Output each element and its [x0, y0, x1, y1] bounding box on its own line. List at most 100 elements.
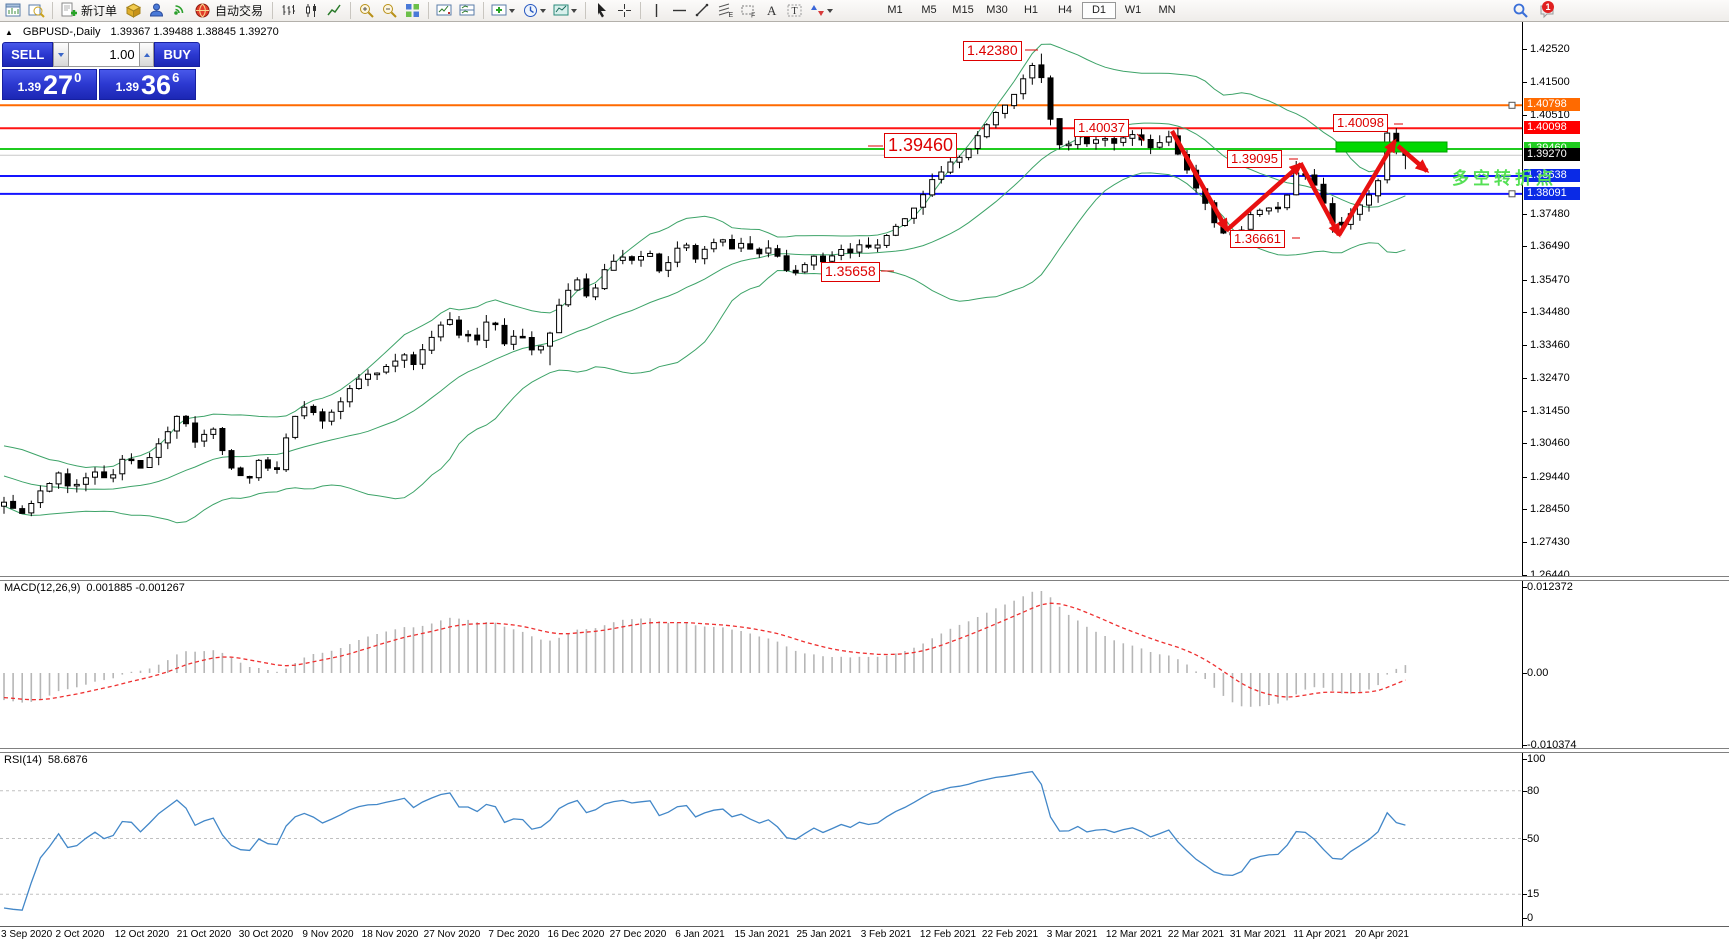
fibonacci-icon[interactable]: E: [714, 1, 737, 20]
buy-button[interactable]: BUY: [154, 42, 200, 67]
main-chart-canvas[interactable]: [0, 22, 1522, 576]
timeframe-M5[interactable]: M5: [912, 2, 946, 19]
vertical-line-icon[interactable]: [645, 1, 668, 20]
panel-divider[interactable]: [0, 748, 1729, 753]
candle-body: [792, 269, 799, 274]
indicator-window-icon[interactable]: [433, 1, 456, 20]
auto-trading-label[interactable]: 自动交易: [215, 2, 263, 19]
trendline-icon[interactable]: [691, 1, 714, 20]
price-annotation-label[interactable]: 1.39095: [1227, 150, 1282, 169]
date-axis-label: 3 Feb 2021: [860, 929, 912, 940]
candle-body: [510, 335, 517, 345]
candle-body: [929, 179, 936, 196]
toolbar-separator: [640, 2, 642, 19]
horizontal-line-icon[interactable]: [668, 1, 691, 20]
candle-body: [674, 247, 681, 263]
price-axis-tick-dash: [1522, 246, 1527, 247]
candle-body: [974, 135, 981, 149]
price-annotation-label[interactable]: 1.42380: [963, 41, 1022, 61]
candle-body: [319, 411, 326, 422]
candle-body: [738, 242, 745, 249]
timeframe-W1[interactable]: W1: [1116, 2, 1150, 19]
timeframe-M15[interactable]: M15: [946, 2, 980, 19]
candle-body: [456, 319, 462, 336]
candlestick-icon[interactable]: [300, 1, 323, 20]
candle-body: [228, 450, 235, 469]
price-axis-tick-dash: [1522, 280, 1527, 281]
template-dropdown-arrow[interactable]: [571, 8, 578, 13]
sell-price[interactable]: 1.39 27 0: [2, 69, 97, 100]
template-icon[interactable]: [550, 1, 573, 20]
add-indicator-dropdown-arrow[interactable]: [509, 8, 516, 13]
bar-chart-icon[interactable]: [277, 1, 300, 20]
price-annotation-label[interactable]: 1.35658: [821, 262, 880, 282]
new-order-icon[interactable]: [57, 1, 80, 20]
timeframe-H1[interactable]: H1: [1014, 2, 1048, 19]
trend-arrow[interactable]: [1170, 129, 1229, 233]
volume-increase-button[interactable]: [138, 42, 155, 67]
candle-body: [865, 244, 872, 248]
timeframe-M30[interactable]: M30: [980, 2, 1014, 19]
bollinger-lower-band: [3, 172, 1406, 524]
timeframe-D1[interactable]: D1: [1082, 2, 1116, 19]
trend-arrow[interactable]: [1299, 162, 1341, 238]
text-icon[interactable]: A: [760, 1, 783, 20]
candle-body: [537, 345, 544, 351]
candle-body: [201, 433, 208, 442]
macd-canvas[interactable]: [0, 580, 1522, 748]
new-order-label[interactable]: 新订单: [81, 2, 117, 19]
rsi-canvas[interactable]: [0, 752, 1522, 926]
candle-body: [92, 471, 98, 478]
date-axis-label: 3 Sep 2020: [1, 929, 53, 940]
price-axis-badge: 1.39270: [1524, 148, 1580, 161]
date-axis-label: 20 Apr 2021: [1355, 929, 1409, 940]
cursor-icon[interactable]: [590, 1, 613, 20]
auto-trading-icon[interactable]: [191, 1, 214, 20]
signal-icon[interactable]: [168, 1, 191, 20]
shapes-icon[interactable]: [806, 1, 829, 20]
price-axis-tick-dash: [1522, 443, 1527, 444]
chart-collapse-icon[interactable]: ▲: [5, 28, 13, 37]
tile-windows-icon[interactable]: [401, 1, 424, 20]
period-clock-dropdown-arrow[interactable]: [540, 8, 547, 13]
profiles-icon[interactable]: [25, 1, 48, 20]
candle-body: [392, 360, 399, 367]
buy-price[interactable]: 1.39 36 6: [99, 69, 196, 100]
toolbar-left-group: 新订单 自动交易 E F A T: [2, 0, 837, 21]
candle-body: [55, 472, 62, 485]
search-icon[interactable]: [1508, 1, 1531, 20]
one-click-trading-panel: SELL 1.00 BUY 1.39 27 0 1.39 36 6: [2, 42, 200, 100]
price-annotation-label[interactable]: 1.36661: [1230, 230, 1285, 249]
panel-divider[interactable]: [0, 576, 1729, 581]
notification-count-badge[interactable]: 1: [1542, 1, 1554, 13]
channel-icon[interactable]: F: [737, 1, 760, 20]
zoom-in-icon[interactable]: [355, 1, 378, 20]
candle-body: [110, 474, 117, 479]
timeframe-M1[interactable]: M1: [878, 2, 912, 19]
timeframe-MN[interactable]: MN: [1150, 2, 1184, 19]
trader-icon[interactable]: [145, 1, 168, 20]
volume-decrease-button[interactable]: [53, 42, 70, 67]
price-annotation-label[interactable]: 1.40098: [1333, 114, 1388, 133]
timeframe-H4[interactable]: H4: [1048, 2, 1082, 19]
period-clock-icon[interactable]: [519, 1, 542, 20]
volume-input[interactable]: 1.00: [69, 42, 139, 67]
crosshair-icon[interactable]: [613, 1, 636, 20]
market-box-icon[interactable]: [122, 1, 145, 20]
new-chart-icon[interactable]: [2, 1, 25, 20]
line-selection-handle[interactable]: [1508, 190, 1516, 198]
line-selection-handle[interactable]: [1508, 101, 1516, 109]
line-chart-icon[interactable]: [323, 1, 346, 20]
add-indicator-icon[interactable]: [488, 1, 511, 20]
sell-button[interactable]: SELL: [2, 42, 54, 67]
text-label-icon[interactable]: T: [783, 1, 806, 20]
candle-body: [1020, 78, 1027, 95]
candle-body: [155, 443, 162, 458]
candle-body: [1065, 143, 1072, 147]
price-annotation-label[interactable]: 1.39460: [884, 133, 958, 158]
price-annotation-label[interactable]: 1.40037: [1074, 119, 1129, 138]
indicator-list-icon[interactable]: [456, 1, 479, 20]
zoom-out-icon[interactable]: [378, 1, 401, 20]
candle-body: [719, 239, 726, 243]
shapes-dropdown-arrow[interactable]: [827, 8, 834, 13]
